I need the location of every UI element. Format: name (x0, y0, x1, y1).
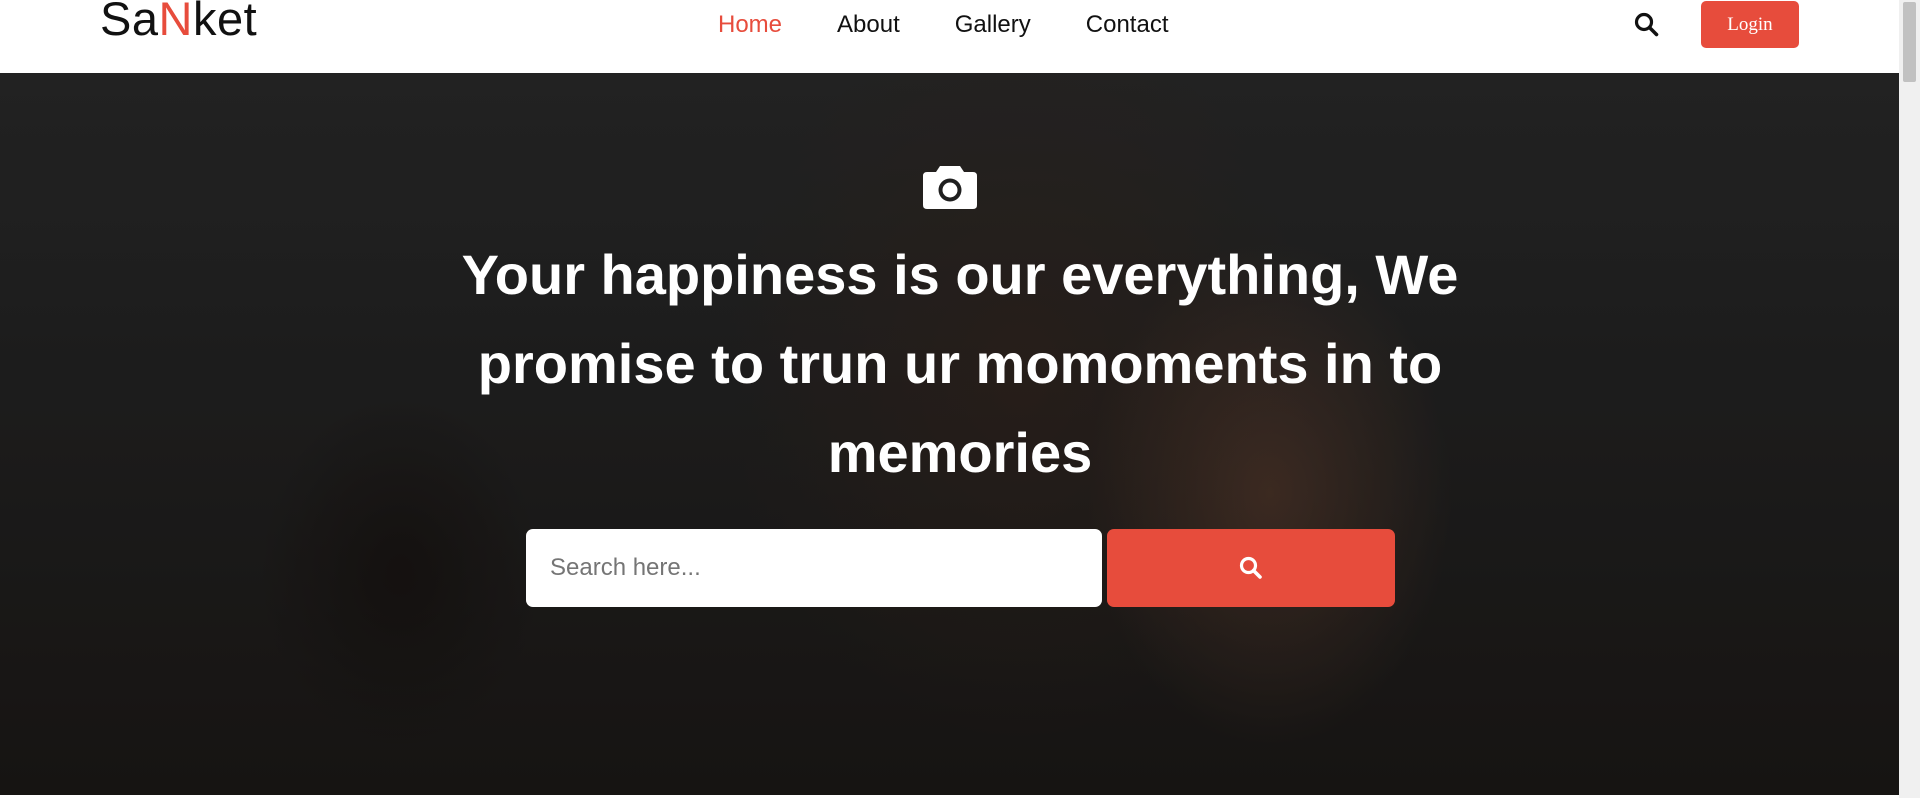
hero-headline: Your happiness is our everything, We pro… (461, 243, 1459, 484)
logo-suffix: ket (192, 0, 258, 45)
logo-accent: N (158, 0, 193, 45)
hero-section: Your happiness is our everything, We pro… (0, 73, 1899, 795)
scrollbar-thumb[interactable] (1903, 2, 1916, 82)
hero-search-button[interactable] (1107, 529, 1395, 607)
main-nav: Home About Gallery Contact (718, 10, 1224, 40)
nav-link-gallery[interactable]: Gallery (955, 10, 1031, 40)
nav-link-home[interactable]: Home (718, 10, 782, 40)
logo-prefix: Sa (100, 0, 159, 45)
nav-link-about[interactable]: About (837, 10, 900, 40)
hero-search-input[interactable] (526, 529, 1102, 607)
camera-icon (922, 160, 978, 210)
site-logo[interactable]: SaNket (100, 0, 257, 42)
top-navbar: SaNket Home About Gallery Contact Login (0, 0, 1899, 73)
vertical-scrollbar[interactable] (1899, 0, 1920, 798)
search-icon[interactable] (1633, 11, 1661, 39)
search-icon (1239, 556, 1262, 579)
login-button[interactable]: Login (1701, 1, 1799, 48)
nav-link-contact[interactable]: Contact (1086, 10, 1169, 40)
